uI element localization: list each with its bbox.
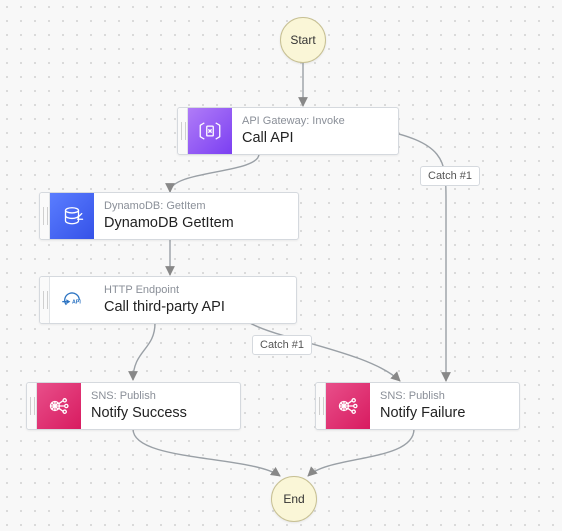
sns-icon — [37, 383, 81, 429]
node-notify-success[interactable]: SNS: Publish Notify Success — [26, 382, 241, 430]
edges-layer — [0, 0, 562, 531]
api-gateway-icon — [188, 108, 232, 154]
edge-label-catch-mid: Catch #1 — [252, 335, 312, 355]
node-subtitle: DynamoDB: GetItem — [104, 200, 234, 213]
node-title: Call API — [242, 129, 345, 147]
drag-handle[interactable] — [316, 383, 326, 429]
node-subtitle: SNS: Publish — [380, 390, 465, 403]
edge-label-catch-top: Catch #1 — [420, 166, 480, 186]
node-call-api[interactable]: API Gateway: Invoke Call API — [177, 107, 399, 155]
drag-handle[interactable] — [40, 277, 50, 323]
drag-handle[interactable] — [27, 383, 37, 429]
node-notify-failure[interactable]: SNS: Publish Notify Failure — [315, 382, 520, 430]
http-endpoint-icon: API — [50, 277, 94, 323]
node-dynamodb-getitem[interactable]: DynamoDB: GetItem DynamoDB GetItem — [39, 192, 299, 240]
drag-handle[interactable] — [40, 193, 50, 239]
node-http-endpoint[interactable]: API HTTP Endpoint Call third-party API — [39, 276, 297, 324]
drag-handle[interactable] — [178, 108, 188, 154]
sns-icon — [326, 383, 370, 429]
svg-text:API: API — [72, 299, 81, 305]
node-subtitle: HTTP Endpoint — [104, 284, 225, 297]
node-title: Call third-party API — [104, 298, 225, 316]
node-subtitle: SNS: Publish — [91, 390, 187, 403]
node-title: DynamoDB GetItem — [104, 214, 234, 232]
start-terminal[interactable]: Start — [280, 17, 326, 63]
end-terminal[interactable]: End — [271, 476, 317, 522]
node-title: Notify Success — [91, 404, 187, 422]
start-label: Start — [290, 33, 315, 47]
node-title: Notify Failure — [380, 404, 465, 422]
end-label: End — [283, 492, 304, 506]
dynamodb-icon — [50, 193, 94, 239]
node-subtitle: API Gateway: Invoke — [242, 115, 345, 128]
